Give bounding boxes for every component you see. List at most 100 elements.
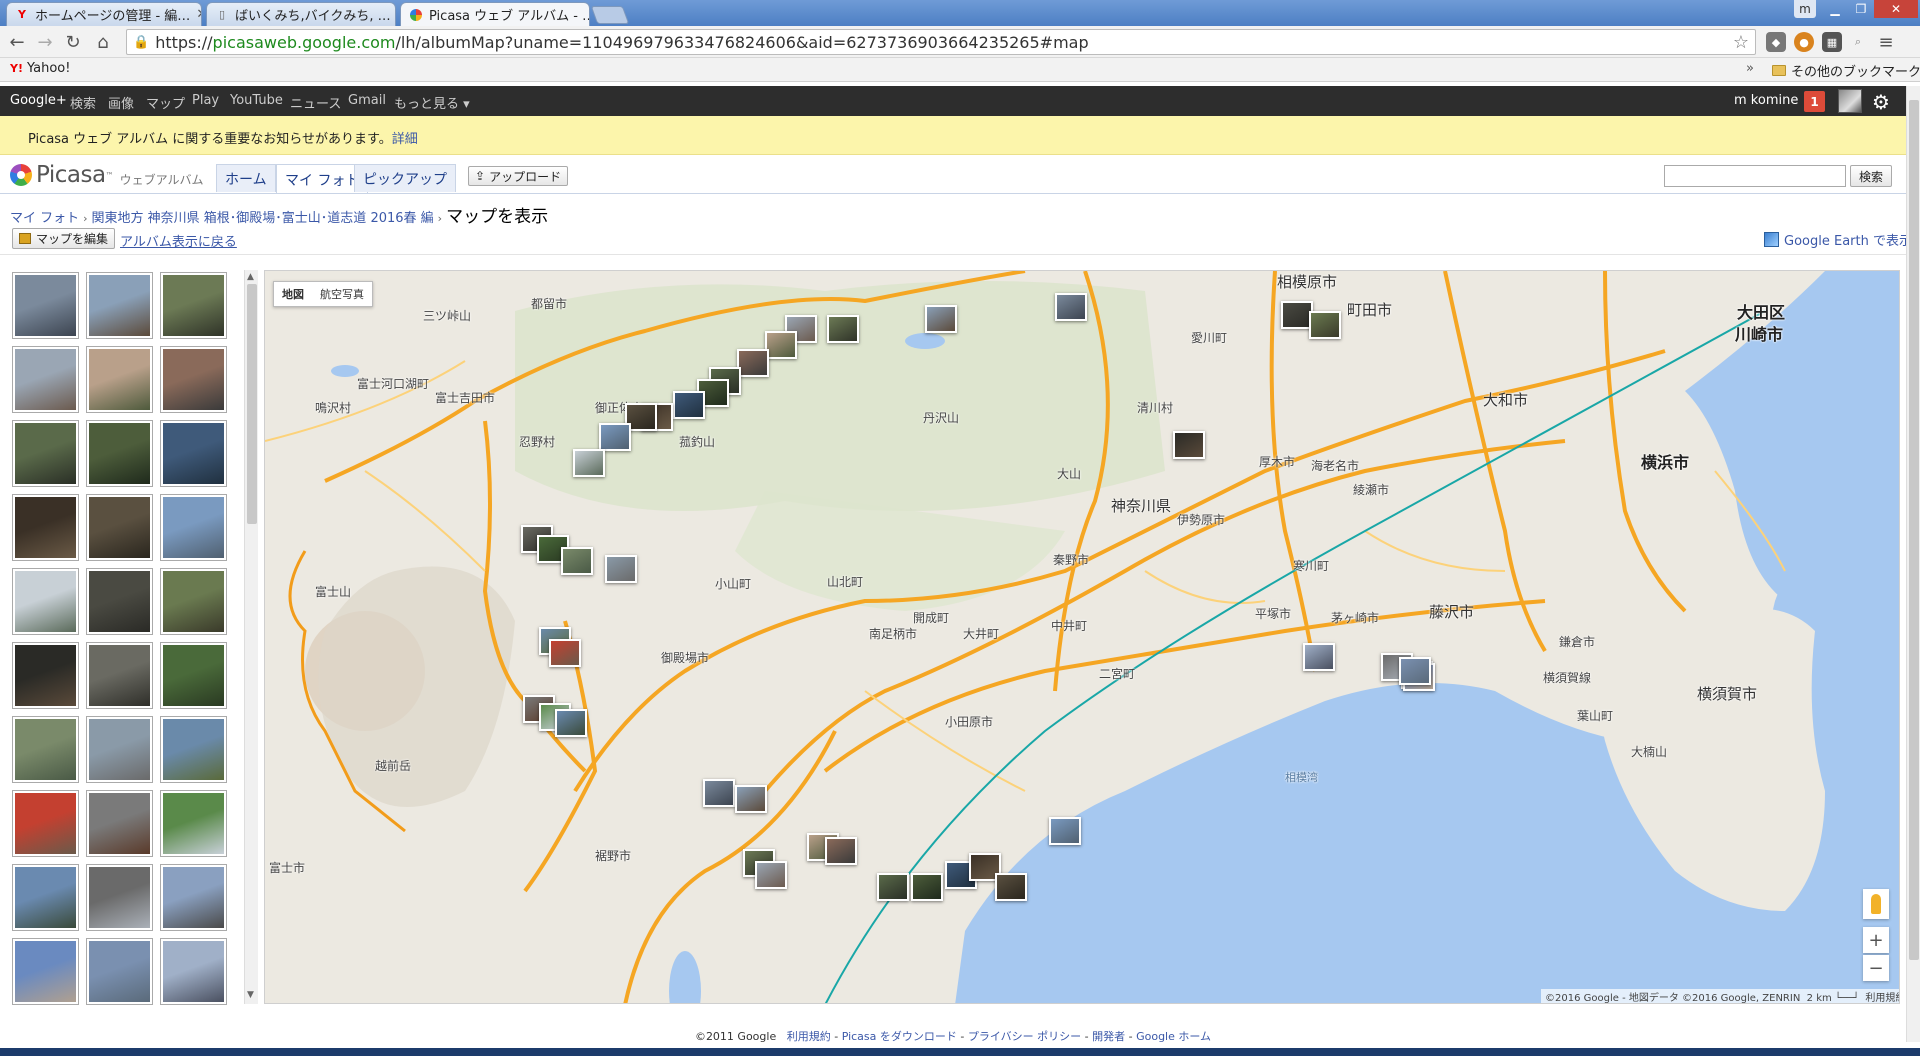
photo-thumbnail[interactable]: [86, 272, 153, 339]
gbar-link-play[interactable]: Play: [192, 93, 219, 108]
gbar-link-more[interactable]: もっと見る ▾: [394, 93, 470, 112]
breadcrumb-my-photos[interactable]: マイ フォト: [10, 211, 79, 226]
photo-marker[interactable]: [561, 547, 593, 575]
map-type-satellite-button[interactable]: 航空写真: [312, 282, 372, 306]
photo-marker[interactable]: [703, 779, 735, 807]
search-input[interactable]: [1664, 165, 1846, 187]
photo-thumbnail[interactable]: [12, 642, 79, 709]
photo-thumbnail[interactable]: [160, 642, 227, 709]
zoom-in-button[interactable]: +: [1863, 927, 1889, 953]
tab-home[interactable]: ホーム: [216, 164, 276, 192]
gbar-link-search[interactable]: 検索: [70, 93, 96, 112]
photo-thumbnail[interactable]: [160, 790, 227, 857]
photo-marker[interactable]: [1173, 431, 1205, 459]
photo-thumbnail[interactable]: [86, 716, 153, 783]
photo-marker[interactable]: [1055, 293, 1087, 321]
google-earth-link[interactable]: Google Earth で表示: [1764, 230, 1912, 249]
photo-marker[interactable]: [825, 837, 857, 865]
footer-link-privacy[interactable]: プライバシー ポリシー: [968, 1030, 1081, 1043]
photo-thumbnail[interactable]: [12, 716, 79, 783]
street-view-pegman[interactable]: [1863, 889, 1889, 919]
photo-marker[interactable]: [735, 785, 767, 813]
footer-link-developers[interactable]: 開発者: [1092, 1030, 1125, 1043]
extension-dark-icon[interactable]: ▦: [1822, 32, 1842, 52]
edit-map-button[interactable]: マップを編集: [12, 228, 116, 249]
extension-search-icon[interactable]: ⌕: [1848, 32, 1868, 52]
page-scrollbar[interactable]: [1906, 86, 1920, 1042]
photo-marker[interactable]: [827, 315, 859, 343]
zoom-out-button[interactable]: −: [1863, 955, 1889, 981]
browser-tab-picasa[interactable]: Picasa ウェブ アルバム - … ✕: [400, 2, 590, 26]
back-to-album-link[interactable]: アルバム表示に戻る: [120, 231, 237, 250]
photo-map[interactable]: 地図 航空写真 相模原市 町田市 大田区 川崎市 都留市 富士吉田市 富士河口湖町 忍野村 鳴沢…: [264, 270, 1900, 1004]
photo-marker[interactable]: [549, 639, 581, 667]
browser-tab-homepage[interactable]: Y ホームページの管理 - 編… ✕: [6, 2, 202, 26]
back-arrow-icon[interactable]: ←: [6, 31, 28, 53]
photo-thumbnail[interactable]: [86, 642, 153, 709]
minimize-icon[interactable]: ▁: [1822, 0, 1848, 18]
photo-thumbnail[interactable]: [12, 346, 79, 413]
notice-details-link[interactable]: 詳細: [392, 132, 418, 147]
window-close-icon[interactable]: ✕: [1874, 0, 1918, 18]
bookmark-star-icon[interactable]: ☆: [1733, 32, 1749, 53]
scroll-up-icon[interactable]: ▲: [247, 272, 254, 282]
profile-button[interactable]: m: [1794, 0, 1816, 18]
photo-marker[interactable]: [911, 873, 943, 901]
forward-arrow-icon[interactable]: →: [34, 31, 56, 53]
photo-thumbnail[interactable]: [160, 864, 227, 931]
scroll-thumb[interactable]: [247, 284, 257, 524]
photo-marker[interactable]: [573, 449, 605, 477]
photo-thumbnail[interactable]: [86, 864, 153, 931]
home-icon[interactable]: ⌂: [92, 31, 114, 53]
restore-icon[interactable]: ❐: [1848, 0, 1874, 18]
thumbnail-scrollbar[interactable]: ▲ ▼: [244, 270, 258, 1004]
menu-icon[interactable]: ≡: [1876, 32, 1896, 53]
footer-link-google-home[interactable]: Google ホーム: [1136, 1030, 1211, 1043]
notification-badge[interactable]: 1: [1804, 91, 1825, 112]
photo-thumbnail[interactable]: [86, 938, 153, 1005]
upload-button[interactable]: ⇪ アップロード: [468, 166, 569, 186]
map-terms-link[interactable]: 利用規約: [1865, 993, 1899, 1003]
photo-thumbnail[interactable]: [12, 568, 79, 635]
photo-thumbnail[interactable]: [12, 790, 79, 857]
photo-thumbnail[interactable]: [12, 272, 79, 339]
photo-thumbnail[interactable]: [160, 346, 227, 413]
photo-marker[interactable]: [1303, 643, 1335, 671]
close-icon[interactable]: ✕: [391, 7, 395, 22]
gear-icon[interactable]: ⚙: [1872, 90, 1890, 114]
user-name[interactable]: m komine: [1734, 93, 1798, 108]
photo-thumbnail[interactable]: [12, 420, 79, 487]
photo-thumbnail[interactable]: [86, 346, 153, 413]
photo-thumbnail[interactable]: [160, 716, 227, 783]
gbar-link-images[interactable]: 画像: [108, 93, 134, 112]
breadcrumb-album[interactable]: 関東地方 神奈川県 箱根･御殿場･富士山･道志道 2016春 編: [92, 211, 434, 226]
photo-marker[interactable]: [555, 709, 587, 737]
photo-thumbnail[interactable]: [86, 494, 153, 561]
photo-marker[interactable]: [673, 391, 705, 419]
photo-marker[interactable]: [755, 861, 787, 889]
avatar[interactable]: [1838, 89, 1862, 113]
gbar-link-gmail[interactable]: Gmail: [348, 93, 386, 108]
footer-link-download[interactable]: Picasa をダウンロード: [842, 1030, 957, 1043]
map-type-map-button[interactable]: 地図: [274, 282, 312, 306]
page-scroll-thumb[interactable]: [1909, 100, 1919, 960]
photo-thumbnail[interactable]: [160, 420, 227, 487]
close-icon[interactable]: ✕: [190, 7, 201, 22]
other-bookmarks[interactable]: その他のブックマーク: [1772, 61, 1920, 80]
gbar-link-googleplus[interactable]: Google+: [10, 93, 67, 108]
browser-tab-bikemichi[interactable]: ▯ ばいくみち,バイクみち, … ✕: [206, 2, 396, 26]
photo-marker[interactable]: [1049, 817, 1081, 845]
photo-thumbnail[interactable]: [160, 494, 227, 561]
photo-marker[interactable]: [737, 349, 769, 377]
address-bar[interactable]: 🔒 https://picasaweb.google.com/lh/albumM…: [126, 29, 1756, 55]
bookmarks-overflow-chevron[interactable]: »: [1746, 61, 1754, 76]
photo-marker[interactable]: [1399, 657, 1431, 685]
shield-extension-icon[interactable]: ◆: [1766, 32, 1786, 52]
photo-marker[interactable]: [605, 555, 637, 583]
new-tab-button[interactable]: [590, 6, 630, 24]
photo-thumbnail[interactable]: [160, 938, 227, 1005]
photo-marker[interactable]: [995, 873, 1027, 901]
photo-thumbnail[interactable]: [86, 420, 153, 487]
photo-marker[interactable]: [877, 873, 909, 901]
photo-marker[interactable]: [925, 305, 957, 333]
